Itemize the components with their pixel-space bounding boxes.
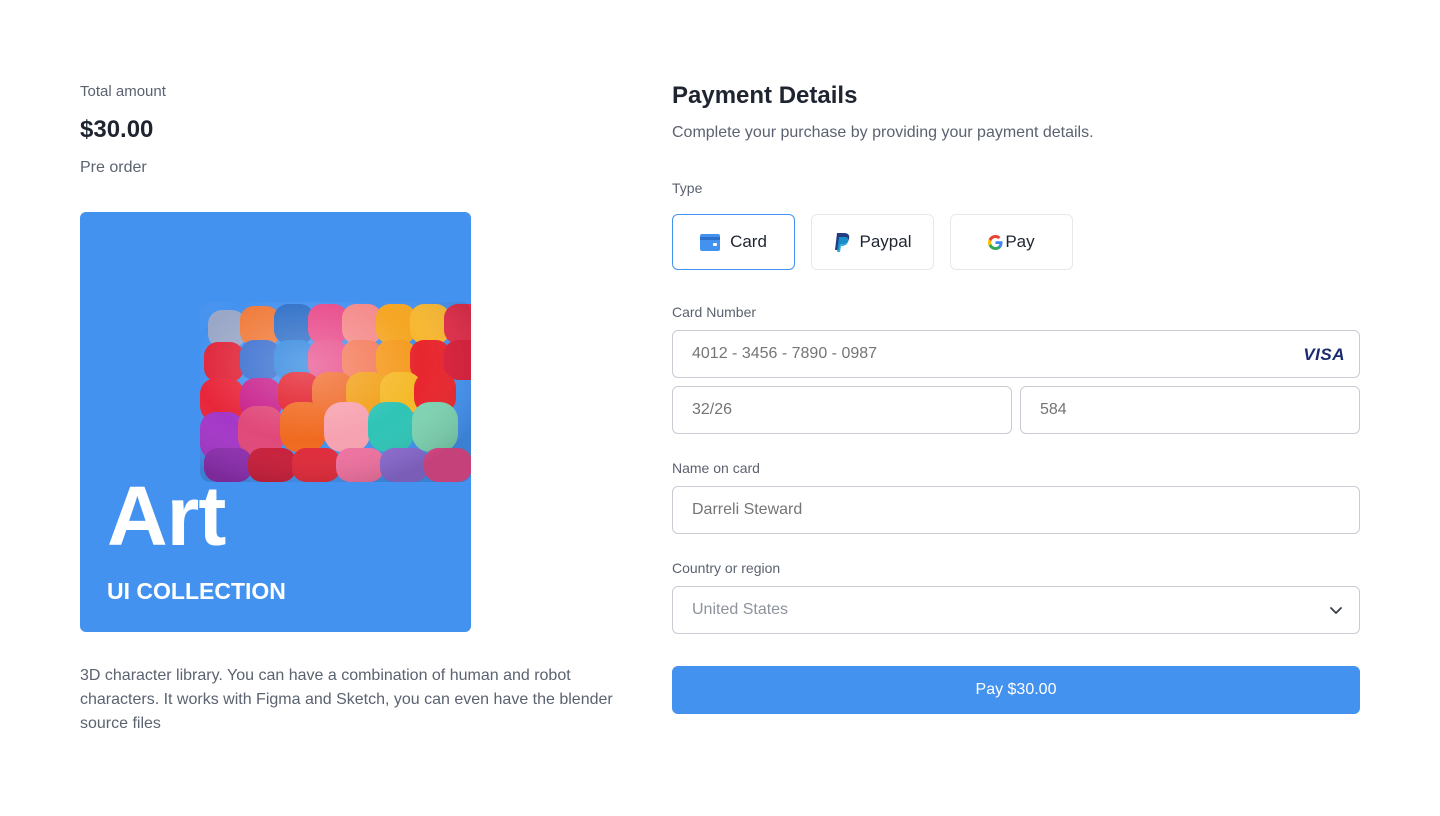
name-on-card-field[interactable] [672,486,1360,534]
total-amount-label: Total amount [80,83,166,100]
page-title: Payment Details [672,82,858,109]
name-on-card-label: Name on card [672,460,760,476]
type-label: Type [672,180,703,196]
payment-type-paypal-label: Paypal [859,232,912,251]
product-title: Art [107,469,226,563]
payment-type-gpay-button[interactable]: Pay [950,214,1073,270]
payment-type-gpay-label: Pay [1005,232,1035,251]
payment-type-card-label: Card [730,232,767,251]
pre-order-label: Pre order [80,159,147,176]
wallet-icon [700,233,721,251]
cvc-field[interactable] [1020,386,1360,434]
google-g-icon [988,234,1003,250]
paypal-icon [834,232,849,252]
card-number-input[interactable] [692,345,1340,363]
product-image-card: Art UI COLLECTION [80,212,471,632]
cvc-input[interactable] [1040,401,1340,419]
expiry-input[interactable] [692,401,992,419]
country-select[interactable]: United States [672,586,1360,634]
total-amount-value: $30.00 [80,116,154,143]
expiry-field[interactable] [672,386,1012,434]
country-select-value: United States [692,601,789,618]
country-label: Country or region [672,560,781,576]
page-subtitle: Complete your purchase by providing your… [672,124,1094,141]
visa-logo-icon: VISA [1303,345,1345,364]
card-number-field[interactable]: VISA [672,330,1360,378]
payment-type-card-button[interactable]: Card [672,214,795,270]
card-number-label: Card Number [672,304,757,320]
pay-button[interactable]: Pay $30.00 [672,666,1360,714]
product-subtitle: UI COLLECTION [107,578,286,604]
payment-type-paypal-button[interactable]: Paypal [811,214,934,270]
chevron-down-icon [1330,607,1342,614]
puffy-sofa-illustration [200,302,471,482]
name-on-card-input[interactable] [692,501,1340,519]
product-description: 3D character library. You can have a com… [80,667,613,732]
